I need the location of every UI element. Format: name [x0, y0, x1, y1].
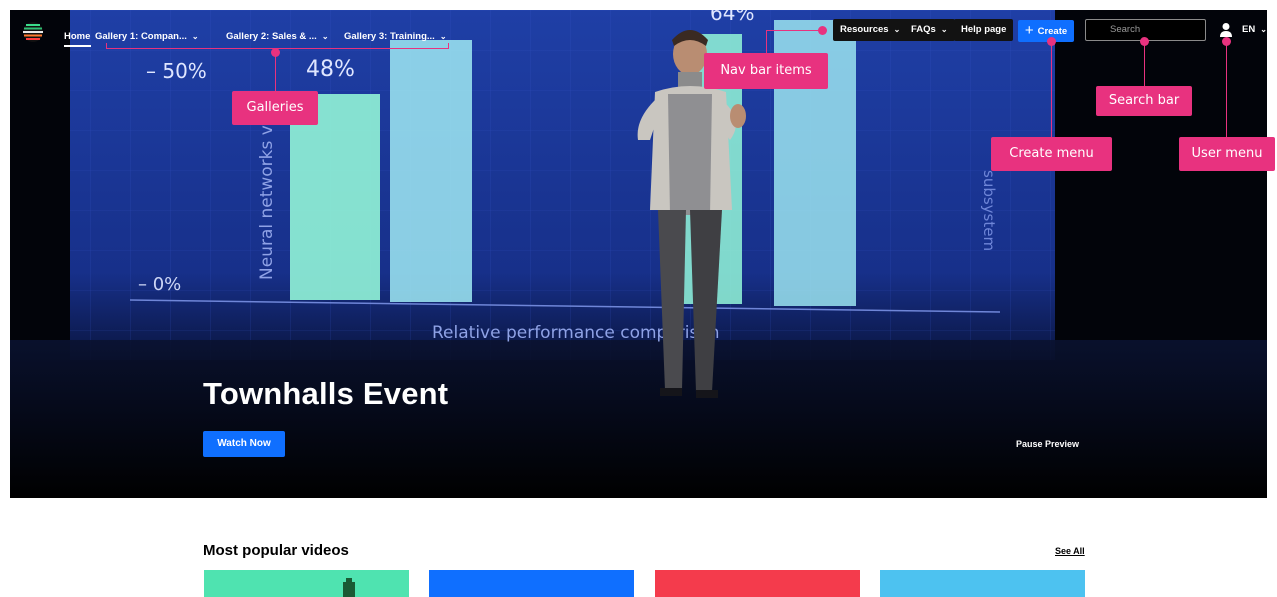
gallery-3-label: Gallery 3: Training...: [344, 31, 435, 42]
nav-faqs[interactable]: FAQs ⌄: [904, 19, 955, 41]
search-placeholder: Search: [1110, 24, 1141, 35]
gallery-1-label: Gallery 1: Compan...: [95, 31, 187, 42]
create-label: Create: [1037, 26, 1068, 37]
see-all-link[interactable]: See All: [1055, 546, 1085, 556]
logo-icon[interactable]: [22, 21, 44, 43]
video-thumbnail[interactable]: [204, 570, 409, 597]
screen-text-64: 64%: [710, 10, 754, 25]
language-selector[interactable]: EN ⌄: [1242, 19, 1267, 41]
nav-items-annotation-line-h: [766, 30, 820, 31]
screen-text-48: 48%: [306, 57, 355, 82]
section-title: Most popular videos: [203, 542, 349, 559]
active-tab-indicator: [64, 45, 91, 47]
nav-home-label: Home: [64, 31, 91, 42]
screen-text-right: subsystem: [980, 170, 998, 251]
help-page-label: Help page: [961, 24, 1007, 35]
user-annotation: User menu: [1179, 137, 1275, 171]
galleries-annotation-line: [275, 52, 276, 92]
hero-title: Townhalls Event: [203, 376, 449, 411]
create-button[interactable]: + Create: [1018, 20, 1074, 42]
search-annotation: Search bar: [1096, 86, 1192, 116]
screen-text-50: – 50%: [146, 59, 207, 83]
plus-icon: +: [1024, 22, 1034, 39]
pause-preview-button[interactable]: Pause Preview: [1016, 439, 1079, 449]
hero-background-image: – 50% 48% 64% – 0% Neural networks v... …: [10, 10, 1267, 498]
nav-resources[interactable]: Resources ⌄: [833, 19, 908, 41]
galleries-annotation: Galleries: [232, 91, 318, 125]
screen-text-0: – 0%: [138, 274, 181, 295]
create-annotation: Create menu: [991, 137, 1112, 171]
create-annotation-line: [1051, 41, 1052, 138]
watch-now-button[interactable]: Watch Now: [203, 431, 285, 457]
faqs-label: FAQs: [911, 24, 936, 35]
chevron-down-icon: ⌄: [893, 25, 901, 34]
chevron-down-icon: ⌄: [1260, 25, 1267, 34]
nav-items-annotation-line-v: [766, 30, 767, 54]
bottle-image: [343, 578, 355, 597]
user-icon[interactable]: [1219, 22, 1233, 38]
hero-banner: – 50% 48% 64% – 0% Neural networks v... …: [10, 10, 1267, 498]
screen-text-ylabel: Neural networks v...: [257, 110, 277, 280]
search-annotation-line: [1144, 41, 1145, 87]
video-thumbnail[interactable]: [429, 570, 634, 597]
language-label: EN: [1242, 24, 1256, 35]
nav-items-annotation: Nav bar items: [704, 53, 828, 89]
video-thumbnail[interactable]: [655, 570, 860, 597]
gallery-2-label: Gallery 2: Sales & ...: [226, 31, 317, 42]
nav-help-page[interactable]: Help page: [954, 19, 1014, 41]
video-thumbnail[interactable]: [880, 570, 1085, 597]
user-annotation-line: [1226, 41, 1227, 138]
resources-label: Resources: [840, 24, 889, 35]
chevron-down-icon: ⌄: [940, 25, 948, 34]
